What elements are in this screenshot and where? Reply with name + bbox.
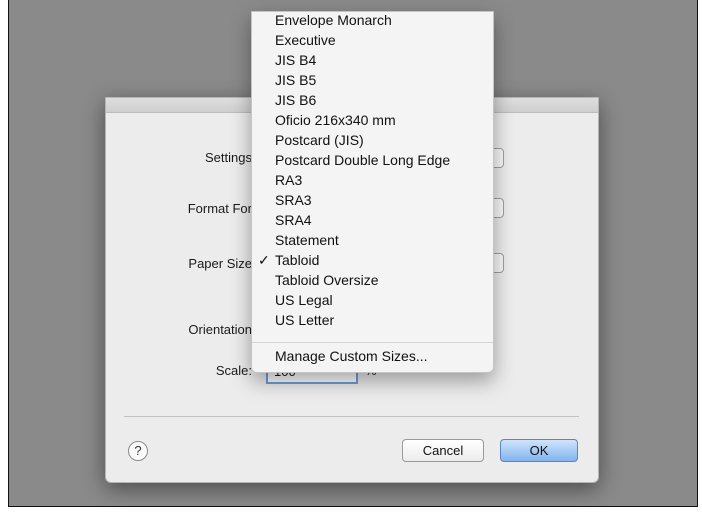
dialog-divider [124,416,579,417]
scale-label: Scale: [215,363,252,378]
cancel-button[interactable]: Cancel [402,439,484,462]
menu-item-label: Statement [275,232,339,248]
menu-item-label: US Legal [275,292,333,308]
menu-item-us-letter[interactable]: US Letter [252,310,493,330]
menu-item-jis-b5[interactable]: JIS B5 [252,70,493,90]
menu-item-label: JIS B4 [275,52,317,68]
checkmark-icon: ✓ [258,252,270,268]
menu-item-executive[interactable]: Executive [252,30,493,50]
menu-item-tabloid[interactable]: ✓ Tabloid [252,250,493,270]
menu-item-postcard-double-long-edge[interactable]: Postcard Double Long Edge [252,150,493,170]
menu-separator [252,342,493,343]
format-for-label: Format For [187,201,252,216]
menu-item-manage-custom-sizes[interactable]: Manage Custom Sizes... [252,346,493,366]
menu-item-label: Postcard (JIS) [275,132,364,148]
menu-item-ra3[interactable]: RA3 [252,170,493,190]
menu-item-label: Postcard Double Long Edge [275,152,451,168]
menu-item-label: SRA3 [275,192,312,208]
menu-item-postcard-jis[interactable]: Postcard (JIS) [252,130,493,150]
menu-item-tabloid-oversize[interactable]: Tabloid Oversize [252,270,493,290]
menu-item-us-legal[interactable]: US Legal [252,290,493,310]
paper-size-label: Paper Size [188,256,252,271]
menu-item-statement[interactable]: Statement [252,230,493,250]
menu-item-label: Tabloid Oversize [275,272,379,288]
menu-item-label: Oficio 216x340 mm [275,112,396,128]
menu-item-label: Executive [275,32,336,48]
menu-item-label: SRA4 [275,212,312,228]
paper-size-menu: Envelope Monarch Executive JIS B4 JIS B5… [251,11,494,373]
ok-button[interactable]: OK [500,439,578,462]
settings-label: Settings [205,150,252,165]
orientation-label: Orientation [188,322,252,337]
menu-item-label: RA3 [275,172,303,188]
menu-item-envelope-monarch[interactable]: Envelope Monarch [252,12,493,30]
menu-item-oficio[interactable]: Oficio 216x340 mm [252,110,493,130]
menu-item-sra3[interactable]: SRA3 [252,190,493,210]
menu-item-label: JIS B5 [275,72,317,88]
menu-item-label: US Letter [275,312,335,328]
menu-item-label: Manage Custom Sizes... [275,348,428,364]
menu-item-jis-b6[interactable]: JIS B6 [252,90,493,110]
menu-item-sra4[interactable]: SRA4 [252,210,493,230]
menu-item-label: JIS B6 [275,92,317,108]
menu-item-label: Tabloid [275,252,320,268]
menu-item-jis-b4[interactable]: JIS B4 [252,50,493,70]
menu-item-label: Envelope Monarch [275,12,392,28]
help-button[interactable]: ? [128,441,148,461]
